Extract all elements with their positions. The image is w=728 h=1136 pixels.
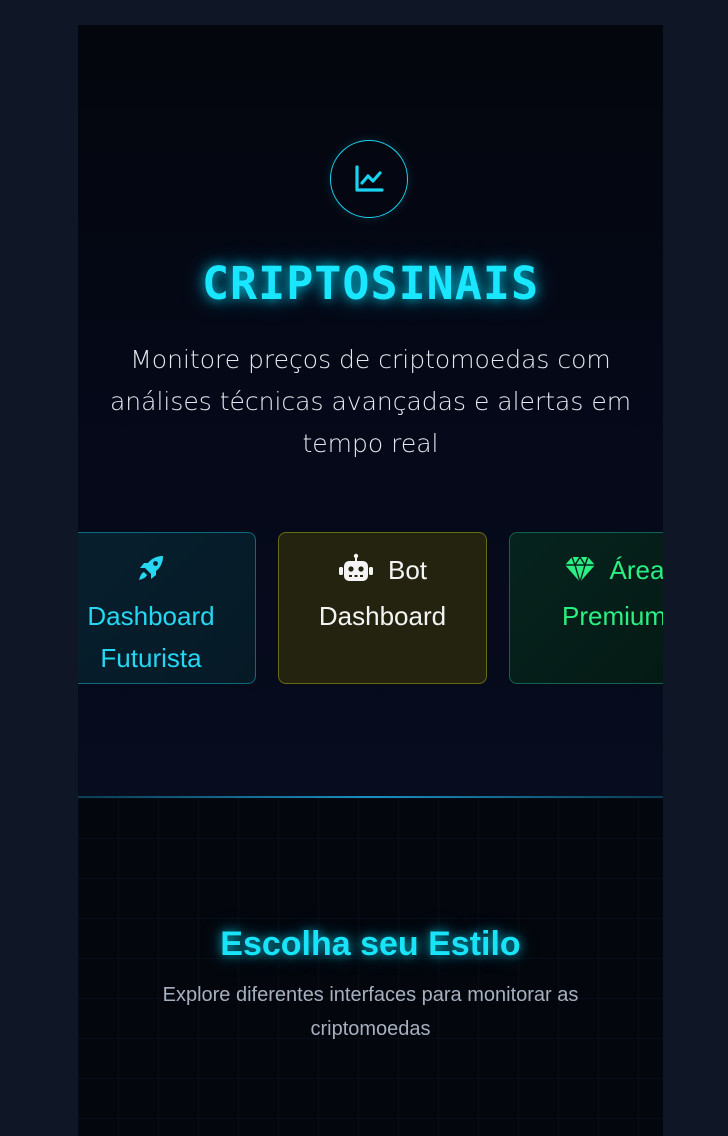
tab-label-line2: Premium (561, 601, 663, 631)
app-frame: CRIPTOSINAIS Monitore preços de criptomo… (78, 25, 663, 1136)
hero-subtitle: Monitore preços de criptomoedas com anál… (109, 345, 632, 458)
hero-section: CRIPTOSINAIS Monitore preços de criptomo… (78, 25, 663, 798)
tab-label-line2: Futurista (100, 643, 202, 673)
style-tabs: Dashboard Futurista Bot Dashboard Área P… (78, 532, 663, 687)
style-section: Escolha seu Estilo Explore diferentes in… (78, 798, 663, 1136)
tab-label-line2: Dashboard (318, 601, 447, 631)
chart-line-icon (330, 140, 408, 218)
gem-icon (564, 553, 596, 595)
tab-label-line1: Dashboard (87, 601, 215, 631)
tab-label-line1: Bot (387, 555, 428, 585)
section-subtitle: Explore diferentes interfaces para monit… (162, 984, 579, 1040)
page-title: CRIPTOSINAIS (201, 257, 540, 310)
tab-label-line1: Área (609, 555, 663, 585)
rocket-icon (136, 553, 166, 595)
tab-area-premium[interactable]: Área Premium (509, 532, 663, 684)
tab-dashboard-futurista[interactable]: Dashboard Futurista (78, 532, 256, 684)
robot-icon (338, 553, 374, 595)
tab-bot-dashboard[interactable]: Bot Dashboard (278, 532, 487, 684)
section-title: Escolha seu Estilo (220, 925, 521, 963)
